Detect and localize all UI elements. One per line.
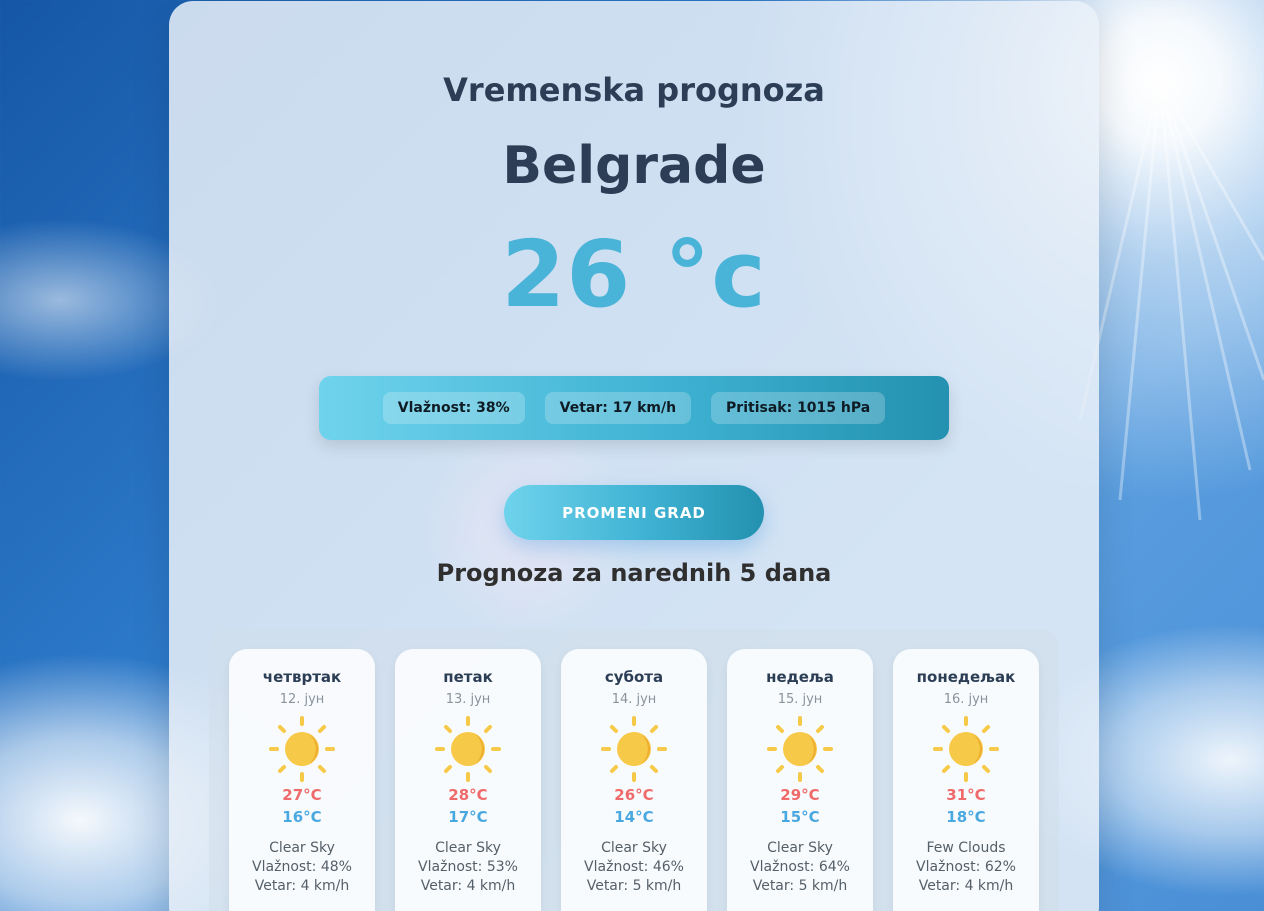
city-name: Belgrade [502, 136, 766, 196]
forecast-title: Prognoza za narednih 5 dana [436, 559, 832, 587]
forecast-day-name: понедељак [916, 668, 1016, 686]
forecast-wind: Vetar: 5 km/h [752, 878, 848, 894]
forecast-day-name: субота [604, 668, 664, 686]
forecast-min-temp: 18°C [946, 808, 986, 826]
forecast-min-temp: 15°C [780, 808, 820, 826]
forecast-day-card: петак 13. јун 28°C 17°C Clear Sky Vlažno… [395, 649, 541, 911]
forecast-day-card: субота 14. јун 26°C 14°C Clear Sky Vlažn… [561, 649, 707, 911]
sun-icon [767, 716, 833, 782]
sun-icon [601, 716, 667, 782]
forecast-min-temp: 14°C [614, 808, 654, 826]
forecast-humidity: Vlažnost: 46% [584, 859, 684, 875]
wind-stat: Vetar: 17 km/h [544, 392, 692, 424]
sun-icon [435, 716, 501, 782]
forecast-day-date: 16. јун [943, 692, 989, 707]
sun-icon [269, 716, 335, 782]
pressure-stat: Pritisak: 1015 hPa [711, 392, 886, 424]
forecast-description: Clear Sky [269, 840, 335, 856]
forecast-day-card: понедељак 16. јун 31°C 18°C Few Clouds V… [893, 649, 1039, 911]
current-temperature: 26 °c [501, 221, 767, 328]
forecast-humidity: Vlažnost: 62% [916, 859, 1016, 875]
forecast-humidity: Vlažnost: 53% [418, 859, 518, 875]
forecast-day-date: 12. јун [279, 692, 325, 707]
change-city-button[interactable]: PROMENI GRAD [504, 485, 764, 540]
forecast-max-temp: 27°C [282, 786, 322, 804]
forecast-description: Clear Sky [601, 840, 667, 856]
forecast-wind: Vetar: 4 km/h [420, 878, 516, 894]
forecast-day-date: 13. јун [445, 692, 491, 707]
forecast-day-card: недеља 15. јун 29°C 15°C Clear Sky Vlažn… [727, 649, 873, 911]
forecast-day-date: 15. јун [777, 692, 823, 707]
forecast-wind: Vetar: 4 km/h [918, 878, 1014, 894]
forecast-day-card: четвртак 12. јун 27°C 16°C Clear Sky Vla… [229, 649, 375, 911]
weather-card: Vremenska prognoza Belgrade 26 °c Vlažno… [169, 1, 1099, 911]
forecast-min-temp: 17°C [448, 808, 488, 826]
forecast-day-date: 14. јун [611, 692, 657, 707]
forecast-max-temp: 26°C [614, 786, 654, 804]
forecast-description: Clear Sky [767, 840, 833, 856]
forecast-max-temp: 29°C [780, 786, 820, 804]
forecast-description: Clear Sky [435, 840, 501, 856]
humidity-stat: Vlažnost: 38% [382, 392, 525, 424]
forecast-day-name: четвртак [262, 668, 342, 686]
forecast-max-temp: 31°C [946, 786, 986, 804]
forecast-wind: Vetar: 5 km/h [586, 878, 682, 894]
forecast-max-temp: 28°C [448, 786, 488, 804]
forecast-humidity: Vlažnost: 48% [252, 859, 352, 875]
forecast-day-name: недеља [766, 668, 834, 686]
sun-icon [933, 716, 999, 782]
app-subtitle: Vremenska prognoza [443, 71, 825, 109]
forecast-day-name: петак [443, 668, 493, 686]
forecast-wind: Vetar: 4 km/h [254, 878, 350, 894]
forecast-panel: четвртак 12. јун 27°C 16°C Clear Sky Vla… [209, 629, 1059, 911]
forecast-min-temp: 16°C [282, 808, 322, 826]
forecast-humidity: Vlažnost: 64% [750, 859, 850, 875]
current-stats-bar: Vlažnost: 38% Vetar: 17 km/h Pritisak: 1… [319, 376, 949, 440]
forecast-description: Few Clouds [926, 840, 1006, 856]
